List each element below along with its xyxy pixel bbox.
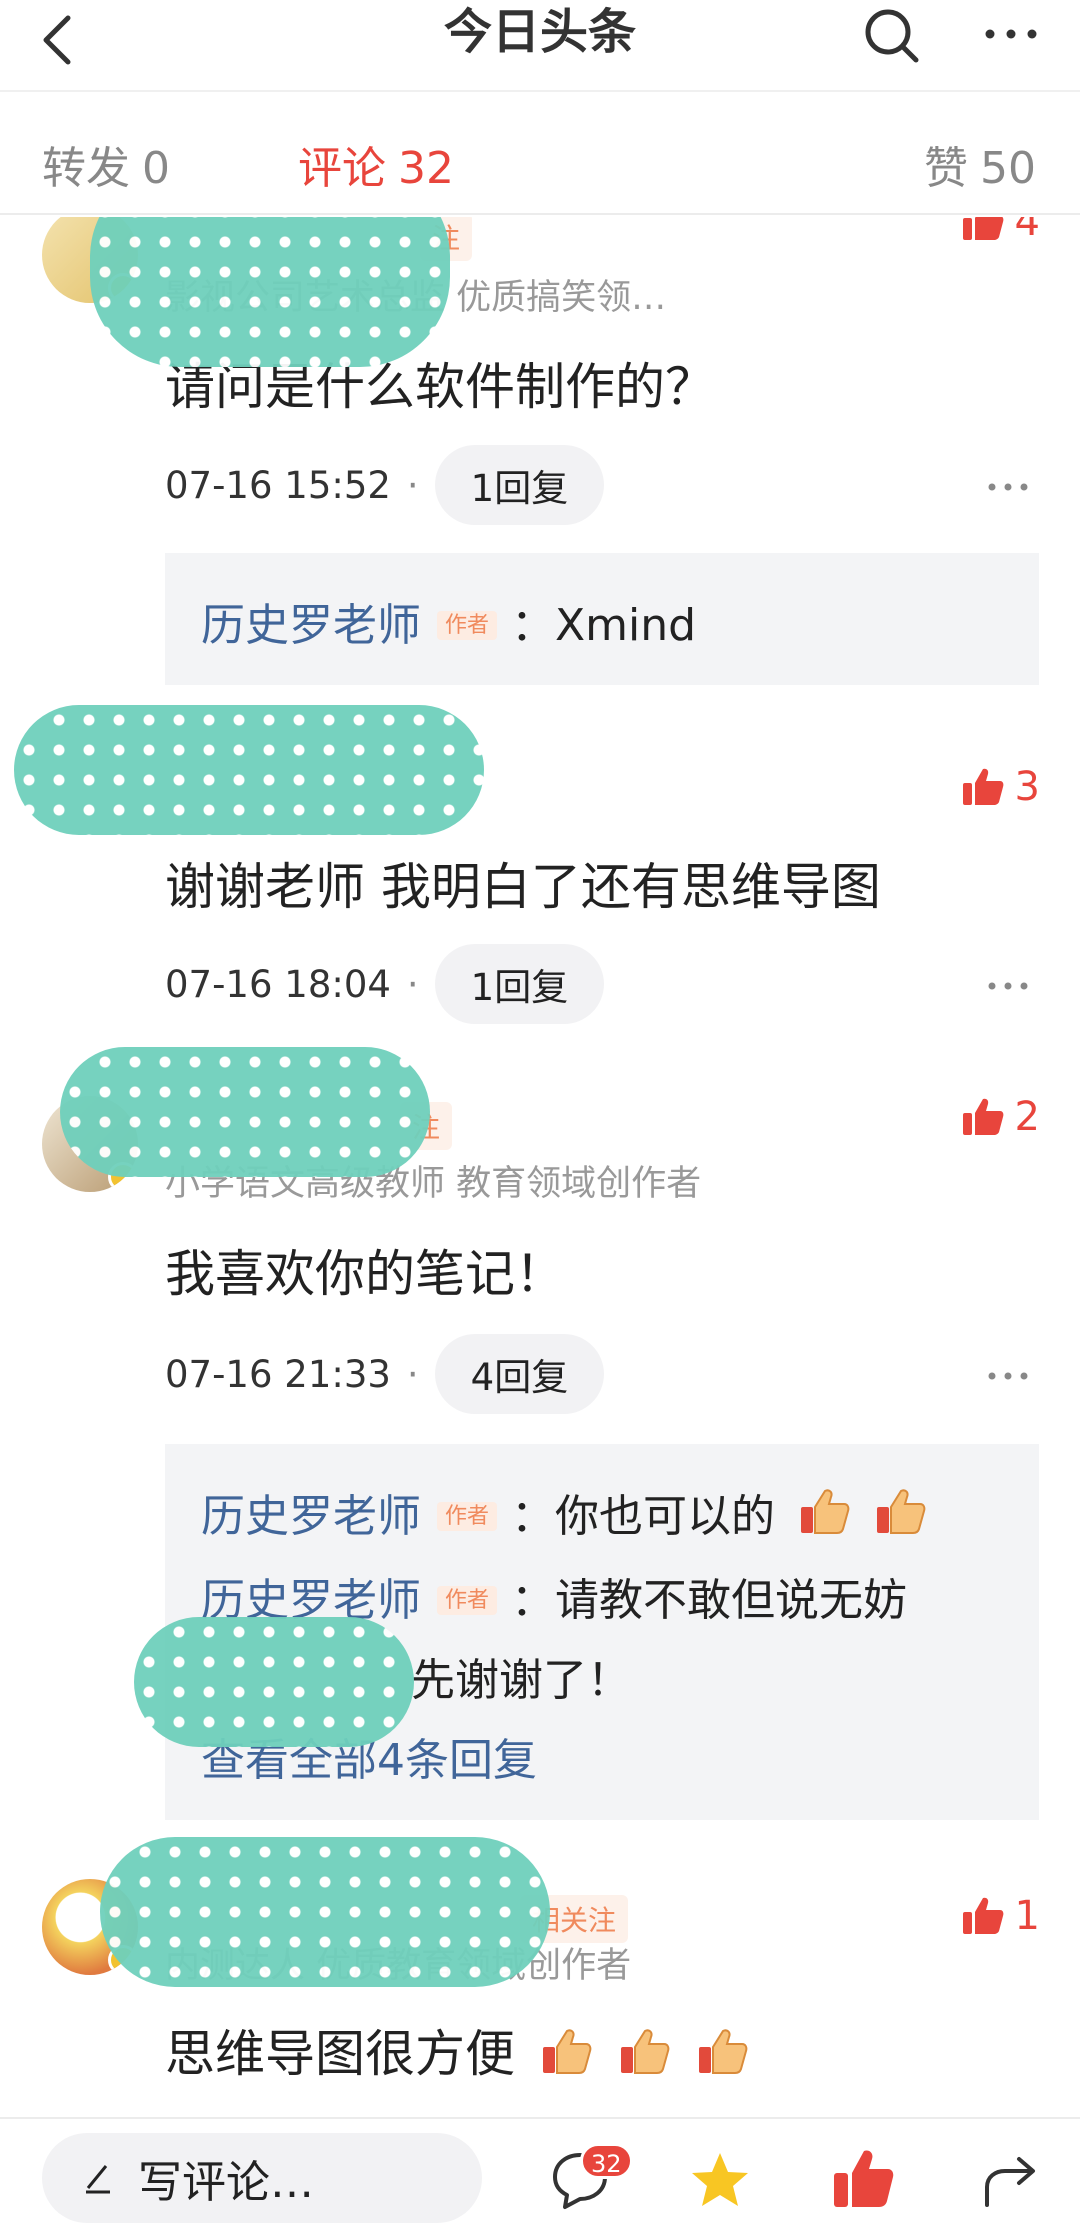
tab-comments-count: 32 — [398, 143, 454, 194]
comment-more-icon[interactable] — [978, 1356, 1038, 1396]
search-icon[interactable] — [858, 4, 928, 74]
tab-comments-label: 评论 — [298, 143, 386, 194]
comment-text-content: 思维导图很方便 — [165, 2025, 515, 2083]
star-icon[interactable] — [685, 2145, 755, 2215]
like-button[interactable]: 4 — [961, 217, 1040, 247]
share-icon[interactable] — [975, 2145, 1045, 2215]
author-tag: 作者 — [437, 611, 498, 640]
reply-line: 历史罗老师 作者 ：你也可以的 — [201, 1480, 927, 1544]
tab-likes-label: 赞 — [924, 143, 968, 194]
reply-author-name[interactable]: 历史罗老师 — [201, 600, 421, 651]
comment-text: 谢谢老师 我明白了还有思维导图 — [165, 858, 881, 916]
thumbs-up-icon[interactable] — [828, 2145, 898, 2215]
comment-text: 我喜欢你的笔记！ — [165, 1245, 565, 1303]
reply-text: ：请教不敢但说无妨 — [511, 1575, 908, 1626]
redaction-blur — [100, 1837, 550, 1987]
comment-meta: 07-16 18:04 · 1回复 — [165, 944, 605, 1024]
like-count: 3 — [1014, 764, 1040, 810]
like-button[interactable]: 1 — [961, 1891, 1040, 1941]
write-comment-placeholder: 写评论… — [138, 2157, 314, 2208]
comment-time: 07-16 15:52 — [165, 463, 391, 507]
tab-forward-count: 0 — [142, 143, 170, 194]
comment-text: 思维导图很方便 — [165, 2014, 749, 2086]
thumbs-up-emoji-icon — [801, 1489, 850, 1534]
comment-meta: 07-16 15:52 · 1回复 — [165, 445, 605, 525]
reply-author-name[interactable]: 历史罗老师 — [201, 1491, 421, 1542]
top-bar: 今日头条 — [0, 0, 1080, 90]
separator-dot: · — [406, 463, 419, 507]
thumbs-up-emoji-icon — [620, 2029, 670, 2074]
tab-forward-label: 转发 — [42, 143, 130, 194]
comment-meta: 07-16 21:33 · 4回复 — [165, 1334, 605, 1414]
reply-count-button[interactable]: 4回复 — [434, 1334, 605, 1414]
like-button[interactable]: 2 — [961, 1092, 1040, 1142]
like-count: 1 — [1014, 1893, 1040, 1939]
reply-text: ：你也可以的 — [511, 1491, 776, 1542]
separator-dot: · — [406, 1352, 419, 1396]
author-tag: 作者 — [437, 1502, 498, 1531]
thumbs-up-icon — [962, 217, 1003, 240]
tab-likes-count: 50 — [980, 143, 1036, 194]
thumbs-up-icon — [962, 768, 1003, 805]
separator-dot: · — [406, 962, 419, 1006]
redaction-blur — [14, 705, 484, 835]
reply-line-continued: 先谢谢了！ — [411, 1655, 631, 1706]
bottom-bar: 写评论… 32 — [0, 2117, 1080, 2235]
comment-time: 07-16 21:33 — [165, 1352, 391, 1396]
like-button[interactable]: 3 — [961, 762, 1040, 812]
redaction-blur — [134, 1617, 414, 1747]
reply-text: ：Xmind — [511, 600, 697, 651]
thumbs-up-icon — [962, 1098, 1003, 1135]
thumbs-up-icon — [962, 1897, 1003, 1934]
tab-comments[interactable]: 评论 32 — [298, 132, 454, 196]
reply-count-button[interactable]: 1回复 — [434, 944, 605, 1024]
write-comment-input[interactable]: 写评论… — [42, 2133, 482, 2223]
tab-bar: 转发 0 评论 32 赞 50 — [0, 90, 1080, 215]
comment-more-icon[interactable] — [978, 966, 1038, 1006]
tab-forward[interactable]: 转发 0 — [42, 132, 170, 196]
thumbs-up-emoji-icon — [542, 2029, 592, 2074]
comment-count-badge: 32 — [580, 2143, 633, 2179]
like-count: 4 — [1014, 217, 1040, 245]
redaction-blur — [60, 1047, 430, 1177]
comment-feed[interactable]: 注 4 影视公司艺术总监 优质搞笑领… 请问是什么软件制作的？ 07-16 15… — [0, 217, 1080, 2117]
reply-line: 历史罗老师 作者 ：Xmind — [201, 589, 696, 653]
more-icon[interactable] — [976, 4, 1046, 74]
tab-likes[interactable]: 赞 50 — [924, 132, 1036, 196]
pen-icon — [86, 2165, 110, 2194]
like-count: 2 — [1014, 1094, 1040, 1140]
comment-time: 07-16 18:04 — [165, 962, 391, 1006]
comment-more-icon[interactable] — [978, 467, 1038, 507]
redaction-blur — [90, 217, 450, 367]
reply-box[interactable]: 历史罗老师 作者 ：Xmind — [165, 553, 1039, 685]
thumbs-up-emoji-icon — [877, 1489, 926, 1534]
reply-count-button[interactable]: 1回复 — [434, 445, 605, 525]
thumbs-up-emoji-icon — [698, 2029, 748, 2074]
author-tag: 作者 — [437, 1586, 498, 1615]
